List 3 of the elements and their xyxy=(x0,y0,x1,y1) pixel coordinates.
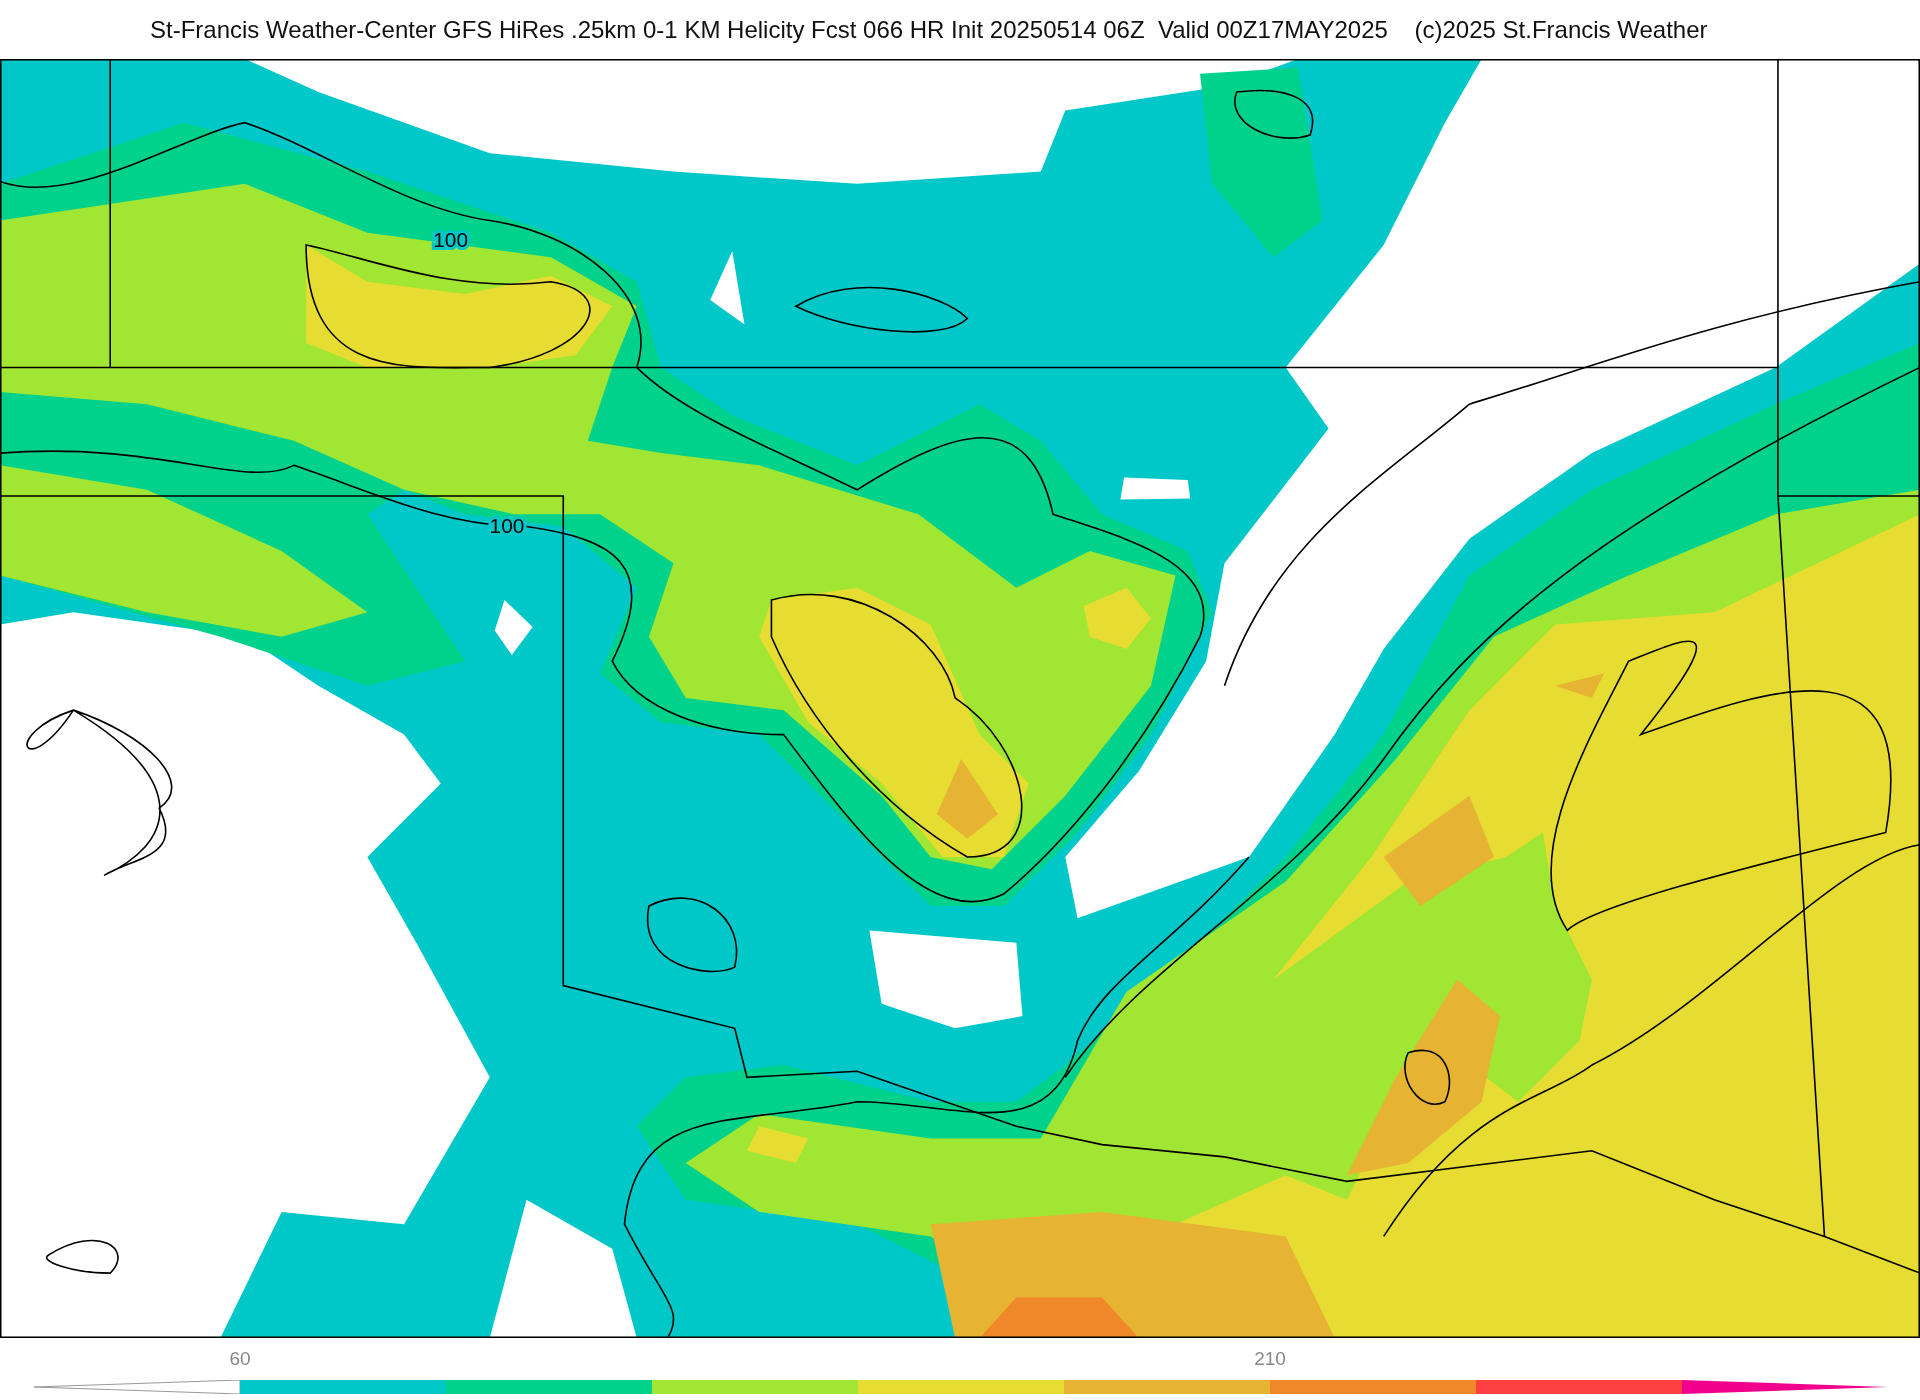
colorbar-tick-label: 210 xyxy=(1254,1348,1286,1370)
colorbar-tick-label: 60 xyxy=(229,1348,251,1370)
map-title: St-Francis Weather-Center GFS HiRes .25km 0-1 KM Helicity Fcst 066 HR Init 20250514 06Z Valid 00Z17MAY2025 (c)2025 St.Francis Weather xyxy=(150,15,1708,44)
